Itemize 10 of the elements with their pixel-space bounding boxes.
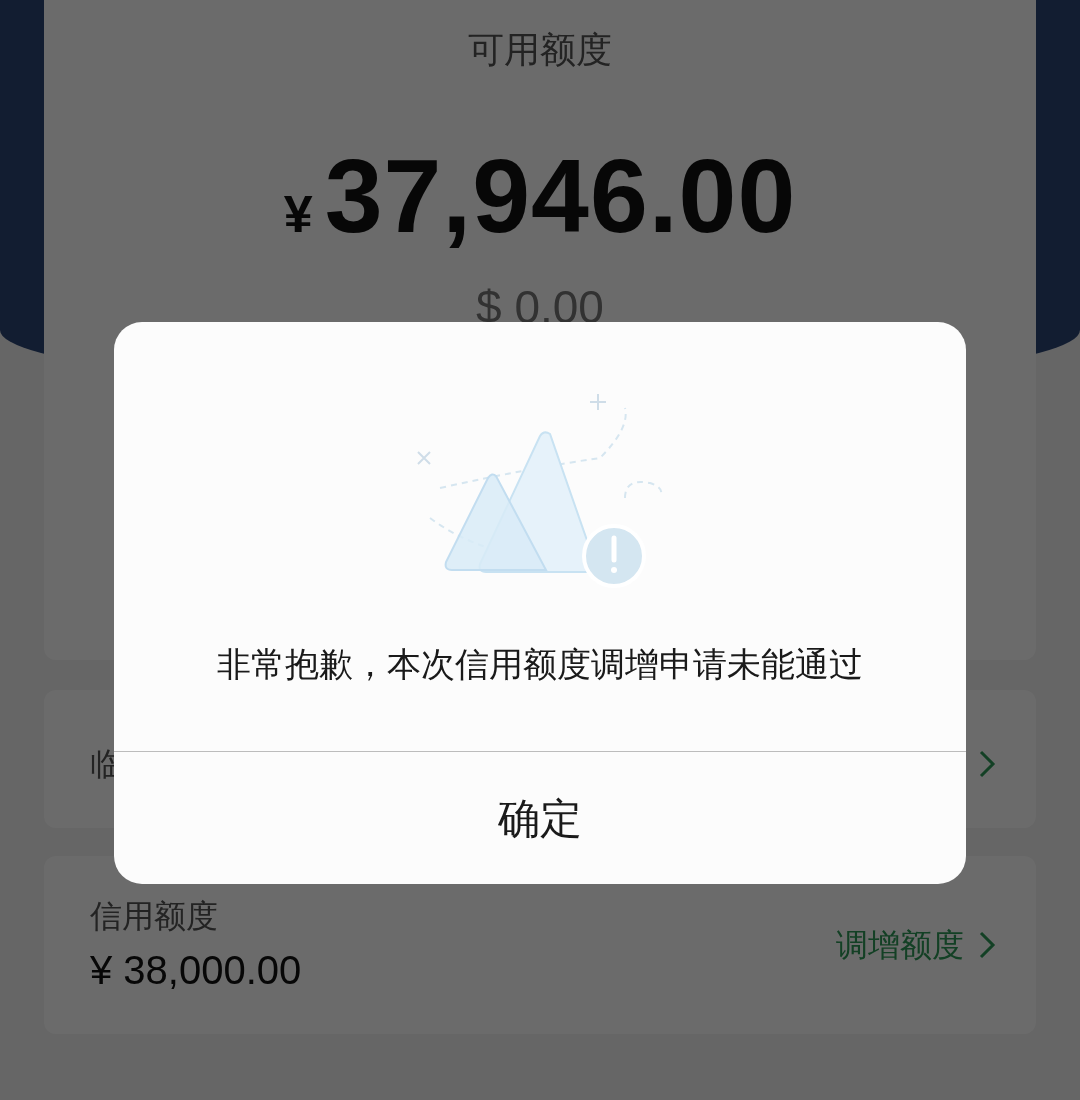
- currency-symbol: ¥: [283, 188, 313, 240]
- balance-title: 可用额度: [468, 28, 612, 72]
- chevron-right-icon: [978, 749, 996, 779]
- credit-limit-label: 信用额度: [90, 897, 219, 936]
- error-message: 非常抱歉，本次信用额度调增申请未能通过: [216, 644, 864, 685]
- credit-limit-amount: ¥ 38,000.00: [90, 947, 302, 994]
- confirm-button[interactable]: 确定: [114, 752, 966, 884]
- chevron-right-icon: [978, 930, 996, 960]
- usd-amount: $ 0.00: [476, 284, 604, 330]
- available-amount: 37,946.00: [324, 144, 797, 248]
